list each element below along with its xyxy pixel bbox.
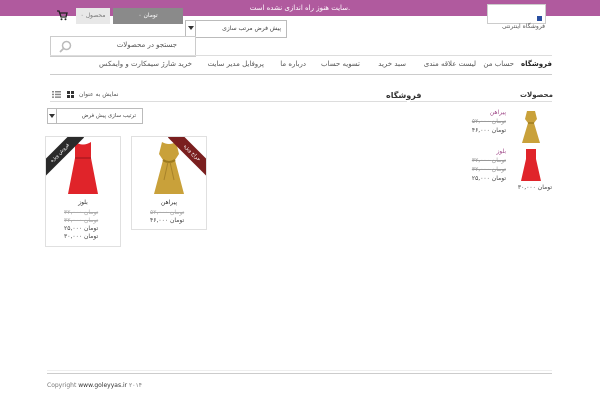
old-price: ۳۲,۰۰۰ تومان [471, 166, 506, 173]
product-card[interactable]: حراج ویژه پیراهن ۵۲,۰۰۰ تومان ۴۶,۰۰۰ توم… [131, 136, 207, 230]
sidebar-title: محصولات [520, 91, 553, 99]
product-name[interactable]: پیراهن [132, 199, 206, 206]
chevron-down-icon [49, 114, 55, 118]
list-view-icon[interactable] [52, 91, 61, 98]
old-price: ۳۲,۰۰۰ تومان [64, 209, 99, 216]
catalog-sort-select[interactable]: ترتیب سازی پیش فرض [47, 108, 143, 124]
header-sort-value: پیش فرض مرتب سازی [222, 25, 281, 32]
nav-cart[interactable]: سبد خرید [378, 60, 406, 68]
search-input[interactable]: جستجو در محصولات [50, 36, 196, 57]
footer-divider [47, 370, 552, 371]
nav-admin-profile[interactable]: پروفایل مدیر سایت [208, 60, 264, 68]
sale-badge: حراج ویژه [167, 137, 206, 177]
search-icon[interactable] [59, 40, 72, 53]
divider [410, 101, 552, 102]
view-as-label: نمایش به عنوان [79, 91, 119, 98]
new-price: ۲۵,۰۰۰ تومان [471, 175, 506, 182]
sale-badge: فروش ویژه [46, 137, 85, 177]
cart-icon[interactable] [56, 9, 68, 21]
old-price: ۵۲,۰۰۰ تومان [150, 209, 185, 216]
copyright: Copyright www.goleyyas.ir ۲۰۱۴ [47, 382, 142, 389]
site-logo[interactable] [487, 4, 546, 24]
logo-mark-icon [537, 16, 542, 21]
page-title: فروشگاه [386, 91, 422, 100]
product-name[interactable]: پیراهن [490, 109, 506, 116]
new-price: ۲۵,۰۰۰ تومان [64, 225, 99, 232]
search-placeholder: جستجو در محصولات [116, 41, 177, 49]
old-price: ۵۲,۰۰۰ تومان [471, 118, 506, 125]
new-price: ۴۶,۰۰۰ تومان [471, 127, 506, 134]
new-price: ۳۰,۰۰۰ تومان [64, 233, 99, 240]
cart-count: ۰ محصول [76, 8, 110, 24]
product-image[interactable] [519, 147, 543, 183]
new-price: ۴۶,۰۰۰ تومان [150, 217, 185, 224]
new-price: ۳۰,۰۰۰ تومان [517, 184, 552, 191]
nav-recharge[interactable]: خرید شارژ سیمکارت و وایمکس [99, 60, 192, 68]
cart-total: ۰ تومان [113, 8, 183, 24]
nav-checkout[interactable]: تسویه حساب [321, 60, 360, 68]
site-name: فروشگاه اینترنتی [501, 23, 545, 30]
divider [50, 101, 407, 102]
grid-view-icon[interactable] [67, 91, 74, 98]
product-name[interactable]: بلوز [46, 199, 120, 206]
old-price: ۳۲,۰۰۰ تومان [64, 217, 99, 224]
main-nav: فروشگاه حساب من لیست علاقه مندی سبد خرید… [50, 55, 552, 75]
footer-divider [47, 373, 552, 374]
sale-ribbon: حراج ویژه [166, 137, 206, 177]
catalog-sort-value: ترتیب سازی پیش فرض [81, 113, 136, 119]
nav-about[interactable]: درباره ما [280, 60, 306, 68]
nav-wishlist[interactable]: لیست علاقه مندی [424, 60, 476, 68]
sale-ribbon: فروش ویژه [46, 137, 86, 177]
product-name[interactable]: بلوز [496, 148, 506, 155]
product-image[interactable] [519, 109, 543, 145]
product-card[interactable]: فروش ویژه بلوز ۳۲,۰۰۰ تومان ۳۲,۰۰۰ تومان… [45, 136, 121, 247]
chevron-down-icon [188, 26, 194, 30]
copyright-domain[interactable]: www.goleyyas.ir [78, 382, 127, 389]
nav-shop[interactable]: فروشگاه [521, 60, 552, 68]
copyright-prefix: Copyright [47, 382, 77, 389]
header-sort-select[interactable]: پیش فرض مرتب سازی [185, 20, 287, 38]
cart-widget[interactable]: ۰ محصول ۰ تومان [50, 5, 183, 25]
nav-my-account[interactable]: حساب من [483, 60, 514, 68]
sidebar-product[interactable]: بلوز ۳۲,۰۰۰ تومان ۳۲,۰۰۰ تومان ۲۵,۰۰۰ تو… [412, 146, 552, 196]
copyright-year: ۲۰۱۴ [129, 382, 142, 389]
old-price: ۳۲,۰۰۰ تومان [471, 157, 506, 164]
